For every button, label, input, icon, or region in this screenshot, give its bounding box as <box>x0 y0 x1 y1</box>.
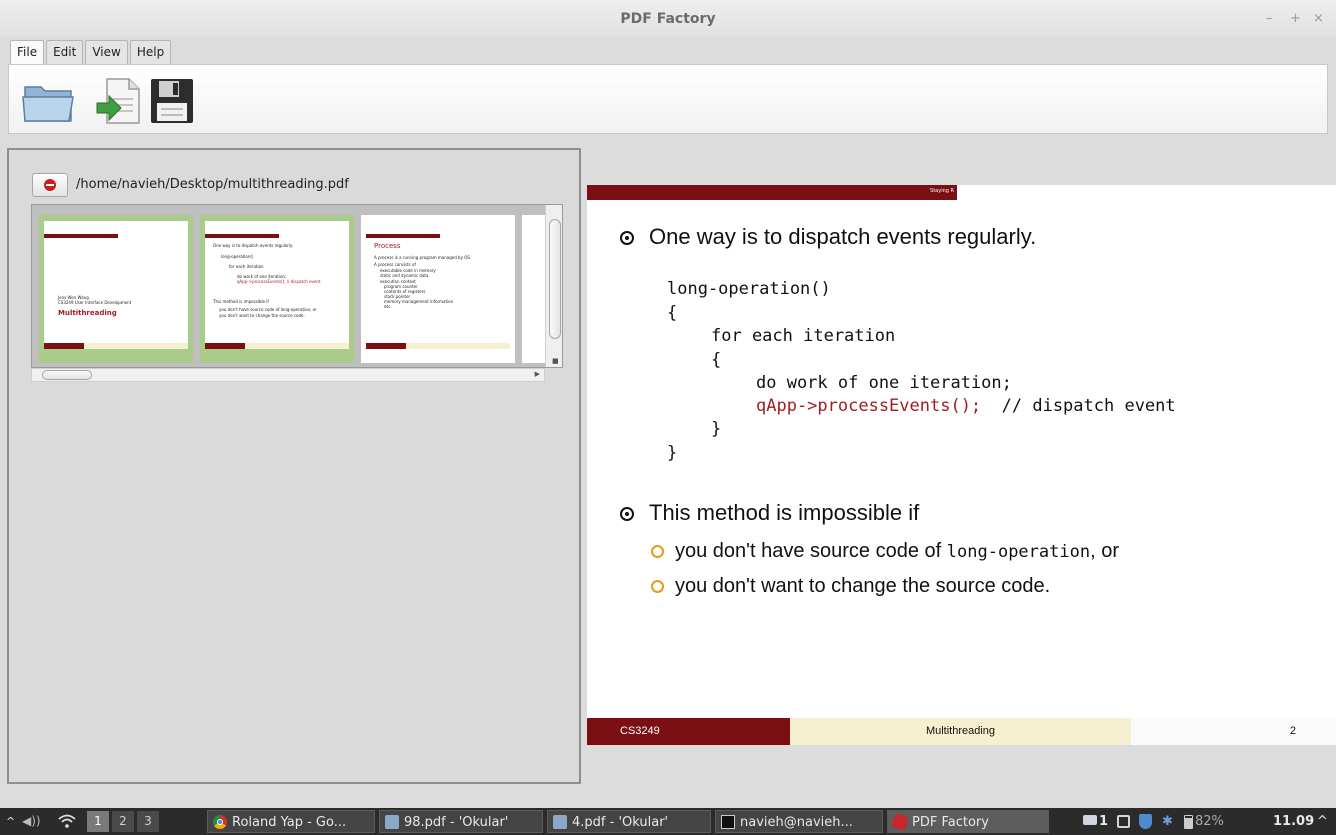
thumb-title: Multithreading <box>58 309 117 317</box>
scroll-down-arrow-icon[interactable]: ■ <box>552 357 559 365</box>
battery-icon <box>1184 814 1193 829</box>
thumbnail-page-4[interactable] <box>522 215 545 363</box>
code-line-2: { <box>667 303 678 323</box>
import-pdf-button[interactable] <box>91 73 147 129</box>
footer-page-number: 2 <box>1131 718 1336 745</box>
workspace-1[interactable]: 1 <box>87 811 109 832</box>
thumbnail-vertical-scrollbar[interactable]: ■ <box>545 205 562 367</box>
tray-up-icon[interactable]: ^ <box>1317 808 1328 835</box>
remove-icon <box>44 179 56 191</box>
open-folder-button[interactable] <box>21 73 77 129</box>
footer-topic: Multithreading <box>790 718 1131 745</box>
taskbar: ^ ◀)) 1 2 3 Roland Yap - Go... 98.pdf - … <box>0 808 1336 835</box>
code-line-4: { <box>711 350 722 370</box>
code-line-7: } <box>711 419 722 439</box>
slide-sub-bullet-1: you don't have source code of long-opera… <box>675 540 1119 562</box>
tab-edit[interactable]: Edit <box>46 40 84 64</box>
toolbar <box>8 64 1328 134</box>
task-chrome[interactable]: Roland Yap - Go... <box>207 810 375 833</box>
task-pdf-factory[interactable]: PDF Factory <box>887 810 1049 833</box>
tab-help[interactable]: Help <box>129 40 172 64</box>
wifi-icon[interactable] <box>58 814 76 828</box>
slide-preview: Staying R One way is to dispatch events … <box>587 185 1336 745</box>
code-line-3: for each iteration <box>711 326 896 346</box>
sub-bullet-circle-icon <box>651 545 664 558</box>
footer-course: CS3249 <box>587 718 790 745</box>
thumb-course: CS3249 User Interface Development <box>58 300 132 305</box>
okular-icon <box>553 815 567 829</box>
vertical-scroll-knob[interactable] <box>549 219 561 339</box>
remove-document-button[interactable] <box>32 173 68 197</box>
code-line-6: qApp->processEvents(); // dispatch event <box>756 396 1176 416</box>
code-line-8: } <box>667 443 678 463</box>
document-list-pane: /home/navieh/Desktop/multithreading.pdf … <box>7 148 581 784</box>
volume-icon[interactable]: ◀)) <box>22 808 41 835</box>
task-terminal[interactable]: navieh@navieh... <box>715 810 883 833</box>
maximize-button[interactable]: + <box>1290 11 1301 26</box>
tab-file[interactable]: File <box>10 40 45 66</box>
task-okular-4[interactable]: 4.pdf - 'Okular' <box>547 810 711 833</box>
code-process-events: qApp->processEvents(); <box>756 396 982 416</box>
pdf-factory-icon <box>891 813 909 831</box>
scroll-right-arrow-icon[interactable]: ▶ <box>535 370 540 378</box>
bluetooth-icon[interactable]: ✱ <box>1162 808 1173 835</box>
slide-header-text: Staying R <box>930 188 954 194</box>
task-okular-98[interactable]: 98.pdf - 'Okular' <box>379 810 543 833</box>
minimize-button[interactable]: – <box>1266 11 1273 26</box>
sub-bullet-circle-icon <box>651 580 664 593</box>
menu-tabs: File Edit View Help <box>10 40 173 66</box>
thumbnail-horizontal-scrollbar[interactable]: ▶ <box>31 368 545 382</box>
code-line-5: do work of one iteration; <box>756 373 1012 393</box>
slide-bullet-1: One way is to dispatch events regularly. <box>649 224 1037 249</box>
slide-header-bar: Staying R <box>587 185 957 200</box>
battery-indicator[interactable]: 82% <box>1184 808 1224 835</box>
shield-icon[interactable] <box>1139 808 1152 835</box>
chat-icon <box>1083 815 1097 825</box>
okular-icon <box>385 815 399 829</box>
thumbnail-page-1[interactable]: Jens Wen Wang CS3249 User Interface Deve… <box>39 215 193 363</box>
tray-expand-icon[interactable]: ^ <box>6 808 15 835</box>
thumbnail-strip: Jens Wen Wang CS3249 User Interface Deve… <box>31 204 563 368</box>
slide-bullet-2: This method is impossible if <box>649 500 920 525</box>
workspace-2[interactable]: 2 <box>112 811 134 832</box>
terminal-icon <box>721 815 735 829</box>
save-button[interactable] <box>143 73 199 129</box>
inline-code: long-operation <box>946 542 1091 562</box>
bullet-target-icon <box>620 231 634 245</box>
code-comment: // dispatch event <box>981 396 1176 416</box>
title-bar: PDF Factory – + × <box>0 0 1336 38</box>
clock[interactable]: 11.09 <box>1273 808 1314 835</box>
tab-view[interactable]: View <box>85 40 128 64</box>
code-line-1: long-operation() <box>667 279 831 299</box>
import-pdf-icon <box>96 78 140 124</box>
chrome-icon <box>213 815 227 829</box>
bullet-target-icon <box>620 507 634 521</box>
notification-indicator[interactable]: 1 <box>1083 808 1108 835</box>
thumbnail-page-3[interactable]: Process A process is a running program m… <box>361 215 515 363</box>
thumbnail-page-2[interactable]: One way is to dispatch events regularly.… <box>200 215 354 363</box>
close-button[interactable]: × <box>1313 11 1324 26</box>
save-disk-icon <box>151 79 193 123</box>
folder-open-icon <box>22 86 74 122</box>
screenshot-icon[interactable] <box>1117 808 1130 835</box>
horizontal-scroll-knob[interactable] <box>42 370 92 380</box>
window-title: PDF Factory <box>620 11 716 27</box>
document-path: /home/navieh/Desktop/multithreading.pdf <box>76 177 349 192</box>
slide-sub-bullet-2: you don't want to change the source code… <box>675 575 1051 597</box>
workspace-3[interactable]: 3 <box>137 811 159 832</box>
slide-footer: CS3249 Multithreading 2 <box>587 718 1336 745</box>
